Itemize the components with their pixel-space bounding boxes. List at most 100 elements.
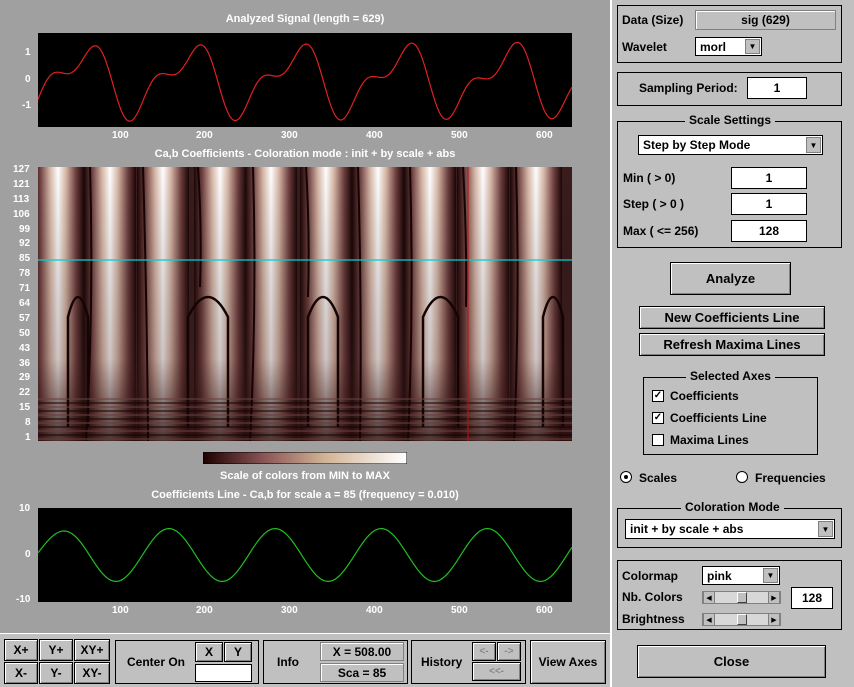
y-minus-button[interactable]: Y- — [39, 662, 73, 684]
brightness-slider[interactable]: ◀ ▶ — [702, 613, 781, 626]
history-reset-button[interactable]: <<- — [472, 662, 521, 681]
max-label: Max ( <= 256) — [623, 224, 699, 238]
coefficients-line-plot[interactable] — [38, 508, 572, 602]
xy-plus-button[interactable]: XY+ — [74, 639, 110, 661]
step-input[interactable]: 1 — [731, 193, 807, 215]
nb-colors-slider[interactable]: ◀ ▶ — [702, 591, 781, 604]
wavelet-select-value: morl — [700, 39, 727, 54]
selected-axes-title: Selected Axes — [686, 369, 775, 383]
coefs-ytick: 36 — [19, 357, 31, 369]
coloration-mode-title: Coloration Mode — [681, 500, 784, 514]
coefs-ytick: 71 — [19, 283, 31, 295]
colormap-select[interactable]: pink ▼ — [702, 566, 780, 585]
min-input[interactable]: 1 — [731, 167, 807, 189]
line-xtick: 200 — [196, 605, 213, 616]
coefs-ytick: 43 — [19, 342, 31, 354]
scale-readout: Sca = 85 — [320, 663, 404, 682]
sampling-period-input[interactable]: 1 — [747, 77, 807, 99]
coefs-ytick: 92 — [19, 238, 31, 250]
coefficients-plot[interactable] — [38, 167, 572, 441]
line-ytick: -10 — [16, 594, 31, 605]
scale-mode-value: Step by Step Mode — [643, 138, 751, 152]
frequencies-radio[interactable] — [736, 471, 748, 483]
coefs-title: Ca,b Coefficients - Coloration mode : in… — [154, 148, 456, 160]
coefficients-line-checkbox[interactable]: ✓ — [652, 412, 664, 424]
sampling-period-label: Sampling Period: — [639, 81, 738, 95]
brightness-slider-thumb[interactable] — [737, 614, 747, 625]
x-minus-button[interactable]: X- — [4, 662, 38, 684]
info-label: Info — [277, 655, 299, 669]
signal-plot[interactable] — [38, 33, 572, 127]
coefs-ytick: 78 — [19, 268, 31, 280]
coloration-mode-value: init + by scale + abs — [630, 522, 744, 536]
line-xtick: 400 — [366, 605, 383, 616]
coefs-ytick: 106 — [13, 208, 30, 220]
chevron-right-icon[interactable]: ▶ — [768, 614, 780, 625]
maxima-lines-checkbox-label: Maxima Lines — [670, 433, 749, 447]
coefs-ytick: 22 — [19, 387, 31, 399]
signal-ytick: 1 — [25, 47, 31, 58]
y-plus-button[interactable]: Y+ — [39, 639, 73, 661]
history-back-button[interactable]: <- — [472, 642, 496, 661]
line-title: Coefficients Line - Ca,b for scale a = 8… — [151, 489, 459, 501]
coefficients-checkbox[interactable]: ✓ — [652, 390, 664, 402]
line-xtick: 500 — [451, 605, 468, 616]
chevron-down-icon: ▼ — [763, 568, 778, 583]
analyze-button[interactable]: Analyze — [670, 262, 791, 295]
signal-xtick: 200 — [196, 130, 213, 141]
scales-radio[interactable] — [620, 471, 632, 483]
coefs-ytick: 57 — [19, 312, 31, 324]
line-ytick: 10 — [19, 503, 31, 514]
coefs-ytick: 1 — [25, 432, 31, 443]
coefs-ytick: 127 — [13, 164, 30, 175]
coefs-ytick: 8 — [25, 417, 31, 429]
chevron-down-icon: ▼ — [818, 521, 833, 537]
nb-colors-slider-thumb[interactable] — [737, 592, 747, 603]
data-size-value: sig (629) — [695, 10, 836, 30]
refresh-maxima-lines-button[interactable]: Refresh Maxima Lines — [639, 333, 825, 356]
coefs-ytick: 85 — [19, 253, 31, 265]
x-plus-button[interactable]: X+ — [4, 639, 38, 661]
step-label: Step ( > 0 ) — [623, 197, 685, 211]
maxima-lines-checkbox[interactable] — [652, 434, 664, 446]
chevron-left-icon[interactable]: ◀ — [703, 614, 715, 625]
center-on-label: Center On — [127, 655, 186, 669]
colormap-label: Colormap — [622, 569, 679, 583]
signal-xtick: 500 — [451, 130, 468, 141]
signal-xtick: 400 — [366, 130, 383, 141]
frequencies-radio-label: Frequencies — [755, 471, 826, 485]
new-coefficients-line-button[interactable]: New Coefficients Line — [639, 306, 825, 329]
coefs-ytick: 99 — [19, 223, 31, 235]
coefs-ytick: 50 — [19, 327, 31, 339]
chevron-right-icon[interactable]: ▶ — [768, 592, 780, 603]
chevron-left-icon[interactable]: ◀ — [703, 592, 715, 603]
min-label: Min ( > 0) — [623, 171, 676, 185]
xy-minus-button[interactable]: XY- — [74, 662, 110, 684]
coefs-ytick: 29 — [19, 372, 31, 384]
colorbar — [203, 452, 407, 464]
scale-settings-title: Scale Settings — [685, 113, 776, 127]
center-y-button[interactable]: Y — [224, 642, 252, 662]
chevron-down-icon: ▼ — [745, 39, 760, 54]
coefs-ytick: 15 — [19, 402, 31, 414]
history-forward-button[interactable]: -> — [497, 642, 521, 661]
signal-xtick: 300 — [281, 130, 298, 141]
max-input[interactable]: 128 — [731, 220, 807, 242]
scale-mode-select[interactable]: Step by Step Mode ▼ — [638, 135, 823, 155]
nb-colors-label: Nb. Colors — [622, 590, 683, 604]
wavelet-label: Wavelet — [622, 40, 667, 54]
coefficients-checkbox-label: Coefficients — [670, 389, 739, 403]
data-size-label: Data (Size) — [622, 13, 684, 27]
chevron-down-icon: ▼ — [806, 137, 821, 153]
center-x-button[interactable]: X — [195, 642, 223, 662]
colorbar-label: Scale of colors from MIN to MAX — [220, 470, 390, 482]
close-button[interactable]: Close — [637, 645, 826, 678]
scales-radio-label: Scales — [639, 471, 678, 485]
history-label: History — [421, 655, 463, 669]
view-axes-button[interactable]: View Axes — [530, 640, 606, 684]
wavelet-select[interactable]: morl ▼ — [695, 37, 762, 56]
nb-colors-input[interactable]: 128 — [791, 587, 833, 609]
coloration-mode-select[interactable]: init + by scale + abs ▼ — [625, 519, 835, 539]
signal-xtick: 600 — [536, 130, 553, 141]
center-value-input[interactable] — [195, 664, 252, 682]
